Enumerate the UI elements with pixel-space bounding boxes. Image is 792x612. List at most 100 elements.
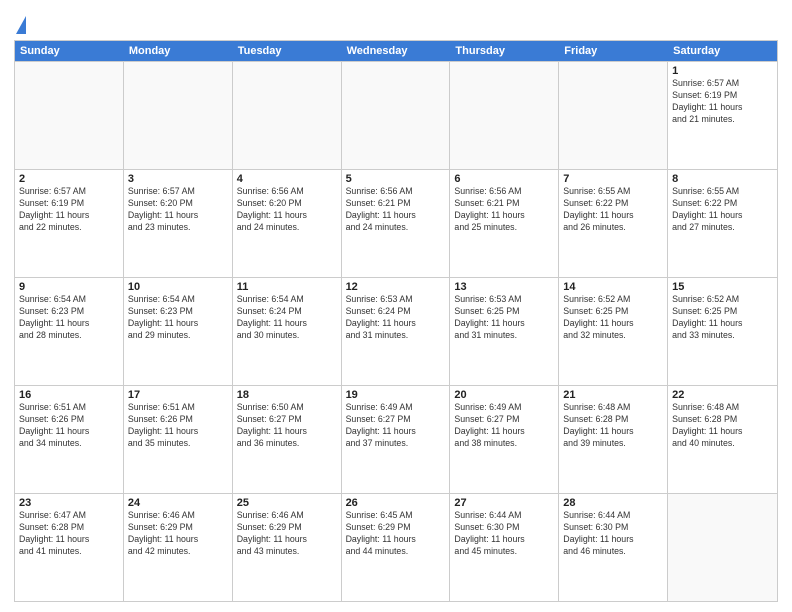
day-number: 20 [454, 389, 554, 401]
calendar-row-4: 23Sunrise: 6:47 AM Sunset: 6:28 PM Dayli… [15, 493, 777, 601]
calendar-cell-r3-c3: 19Sunrise: 6:49 AM Sunset: 6:27 PM Dayli… [342, 386, 451, 493]
day-info: Sunrise: 6:47 AM Sunset: 6:28 PM Dayligh… [19, 510, 119, 558]
calendar-cell-r3-c6: 22Sunrise: 6:48 AM Sunset: 6:28 PM Dayli… [668, 386, 777, 493]
header-tuesday: Tuesday [233, 41, 342, 61]
day-info: Sunrise: 6:54 AM Sunset: 6:23 PM Dayligh… [128, 294, 228, 342]
calendar-cell-r0-c1 [124, 62, 233, 169]
header [14, 10, 778, 34]
day-number: 19 [346, 389, 446, 401]
calendar-cell-r2-c3: 12Sunrise: 6:53 AM Sunset: 6:24 PM Dayli… [342, 278, 451, 385]
day-info: Sunrise: 6:51 AM Sunset: 6:26 PM Dayligh… [19, 402, 119, 450]
calendar-cell-r1-c2: 4Sunrise: 6:56 AM Sunset: 6:20 PM Daylig… [233, 170, 342, 277]
calendar-cell-r3-c1: 17Sunrise: 6:51 AM Sunset: 6:26 PM Dayli… [124, 386, 233, 493]
calendar-cell-r1-c1: 3Sunrise: 6:57 AM Sunset: 6:20 PM Daylig… [124, 170, 233, 277]
calendar-body: 1Sunrise: 6:57 AM Sunset: 6:19 PM Daylig… [15, 61, 777, 601]
day-number: 27 [454, 497, 554, 509]
calendar-header: Sunday Monday Tuesday Wednesday Thursday… [15, 41, 777, 61]
calendar-cell-r2-c5: 14Sunrise: 6:52 AM Sunset: 6:25 PM Dayli… [559, 278, 668, 385]
day-info: Sunrise: 6:56 AM Sunset: 6:20 PM Dayligh… [237, 186, 337, 234]
day-info: Sunrise: 6:52 AM Sunset: 6:25 PM Dayligh… [563, 294, 663, 342]
calendar-cell-r1-c6: 8Sunrise: 6:55 AM Sunset: 6:22 PM Daylig… [668, 170, 777, 277]
day-info: Sunrise: 6:57 AM Sunset: 6:19 PM Dayligh… [19, 186, 119, 234]
day-number: 11 [237, 281, 337, 293]
header-friday: Friday [559, 41, 668, 61]
calendar-cell-r2-c0: 9Sunrise: 6:54 AM Sunset: 6:23 PM Daylig… [15, 278, 124, 385]
calendar-cell-r2-c4: 13Sunrise: 6:53 AM Sunset: 6:25 PM Dayli… [450, 278, 559, 385]
day-number: 15 [672, 281, 773, 293]
calendar-cell-r1-c5: 7Sunrise: 6:55 AM Sunset: 6:22 PM Daylig… [559, 170, 668, 277]
logo [14, 14, 26, 34]
calendar-cell-r3-c4: 20Sunrise: 6:49 AM Sunset: 6:27 PM Dayli… [450, 386, 559, 493]
day-number: 17 [128, 389, 228, 401]
day-number: 7 [563, 173, 663, 185]
day-info: Sunrise: 6:53 AM Sunset: 6:25 PM Dayligh… [454, 294, 554, 342]
day-info: Sunrise: 6:51 AM Sunset: 6:26 PM Dayligh… [128, 402, 228, 450]
day-info: Sunrise: 6:55 AM Sunset: 6:22 PM Dayligh… [672, 186, 773, 234]
calendar-cell-r4-c4: 27Sunrise: 6:44 AM Sunset: 6:30 PM Dayli… [450, 494, 559, 601]
calendar: Sunday Monday Tuesday Wednesday Thursday… [14, 40, 778, 602]
calendar-cell-r1-c0: 2Sunrise: 6:57 AM Sunset: 6:19 PM Daylig… [15, 170, 124, 277]
day-number: 5 [346, 173, 446, 185]
calendar-cell-r4-c5: 28Sunrise: 6:44 AM Sunset: 6:30 PM Dayli… [559, 494, 668, 601]
day-number: 21 [563, 389, 663, 401]
calendar-cell-r2-c6: 15Sunrise: 6:52 AM Sunset: 6:25 PM Dayli… [668, 278, 777, 385]
day-number: 28 [563, 497, 663, 509]
logo-triangle-icon [16, 16, 26, 34]
day-number: 13 [454, 281, 554, 293]
day-info: Sunrise: 6:57 AM Sunset: 6:20 PM Dayligh… [128, 186, 228, 234]
day-info: Sunrise: 6:49 AM Sunset: 6:27 PM Dayligh… [454, 402, 554, 450]
day-number: 26 [346, 497, 446, 509]
header-sunday: Sunday [15, 41, 124, 61]
day-info: Sunrise: 6:55 AM Sunset: 6:22 PM Dayligh… [563, 186, 663, 234]
day-info: Sunrise: 6:57 AM Sunset: 6:19 PM Dayligh… [672, 78, 773, 126]
calendar-cell-r4-c3: 26Sunrise: 6:45 AM Sunset: 6:29 PM Dayli… [342, 494, 451, 601]
day-number: 3 [128, 173, 228, 185]
calendar-cell-r0-c5 [559, 62, 668, 169]
day-info: Sunrise: 6:46 AM Sunset: 6:29 PM Dayligh… [128, 510, 228, 558]
day-number: 10 [128, 281, 228, 293]
calendar-cell-r4-c1: 24Sunrise: 6:46 AM Sunset: 6:29 PM Dayli… [124, 494, 233, 601]
calendar-row-2: 9Sunrise: 6:54 AM Sunset: 6:23 PM Daylig… [15, 277, 777, 385]
calendar-cell-r2-c1: 10Sunrise: 6:54 AM Sunset: 6:23 PM Dayli… [124, 278, 233, 385]
day-info: Sunrise: 6:54 AM Sunset: 6:23 PM Dayligh… [19, 294, 119, 342]
day-number: 9 [19, 281, 119, 293]
day-number: 22 [672, 389, 773, 401]
day-number: 4 [237, 173, 337, 185]
calendar-cell-r0-c4 [450, 62, 559, 169]
calendar-row-1: 2Sunrise: 6:57 AM Sunset: 6:19 PM Daylig… [15, 169, 777, 277]
calendar-cell-r4-c0: 23Sunrise: 6:47 AM Sunset: 6:28 PM Dayli… [15, 494, 124, 601]
calendar-cell-r0-c2 [233, 62, 342, 169]
day-info: Sunrise: 6:49 AM Sunset: 6:27 PM Dayligh… [346, 402, 446, 450]
calendar-cell-r4-c2: 25Sunrise: 6:46 AM Sunset: 6:29 PM Dayli… [233, 494, 342, 601]
calendar-cell-r4-c6 [668, 494, 777, 601]
header-monday: Monday [124, 41, 233, 61]
day-number: 12 [346, 281, 446, 293]
day-number: 16 [19, 389, 119, 401]
header-wednesday: Wednesday [342, 41, 451, 61]
day-number: 8 [672, 173, 773, 185]
day-info: Sunrise: 6:44 AM Sunset: 6:30 PM Dayligh… [563, 510, 663, 558]
calendar-row-0: 1Sunrise: 6:57 AM Sunset: 6:19 PM Daylig… [15, 61, 777, 169]
day-info: Sunrise: 6:52 AM Sunset: 6:25 PM Dayligh… [672, 294, 773, 342]
day-number: 14 [563, 281, 663, 293]
page: Sunday Monday Tuesday Wednesday Thursday… [0, 0, 792, 612]
day-number: 18 [237, 389, 337, 401]
header-saturday: Saturday [668, 41, 777, 61]
header-thursday: Thursday [450, 41, 559, 61]
day-info: Sunrise: 6:53 AM Sunset: 6:24 PM Dayligh… [346, 294, 446, 342]
day-number: 25 [237, 497, 337, 509]
calendar-cell-r2-c2: 11Sunrise: 6:54 AM Sunset: 6:24 PM Dayli… [233, 278, 342, 385]
calendar-row-3: 16Sunrise: 6:51 AM Sunset: 6:26 PM Dayli… [15, 385, 777, 493]
day-info: Sunrise: 6:45 AM Sunset: 6:29 PM Dayligh… [346, 510, 446, 558]
day-number: 24 [128, 497, 228, 509]
calendar-cell-r0-c6: 1Sunrise: 6:57 AM Sunset: 6:19 PM Daylig… [668, 62, 777, 169]
calendar-cell-r3-c5: 21Sunrise: 6:48 AM Sunset: 6:28 PM Dayli… [559, 386, 668, 493]
calendar-cell-r3-c0: 16Sunrise: 6:51 AM Sunset: 6:26 PM Dayli… [15, 386, 124, 493]
day-number: 23 [19, 497, 119, 509]
calendar-cell-r1-c3: 5Sunrise: 6:56 AM Sunset: 6:21 PM Daylig… [342, 170, 451, 277]
day-info: Sunrise: 6:56 AM Sunset: 6:21 PM Dayligh… [454, 186, 554, 234]
calendar-cell-r0-c0 [15, 62, 124, 169]
day-info: Sunrise: 6:50 AM Sunset: 6:27 PM Dayligh… [237, 402, 337, 450]
day-info: Sunrise: 6:48 AM Sunset: 6:28 PM Dayligh… [672, 402, 773, 450]
day-number: 2 [19, 173, 119, 185]
